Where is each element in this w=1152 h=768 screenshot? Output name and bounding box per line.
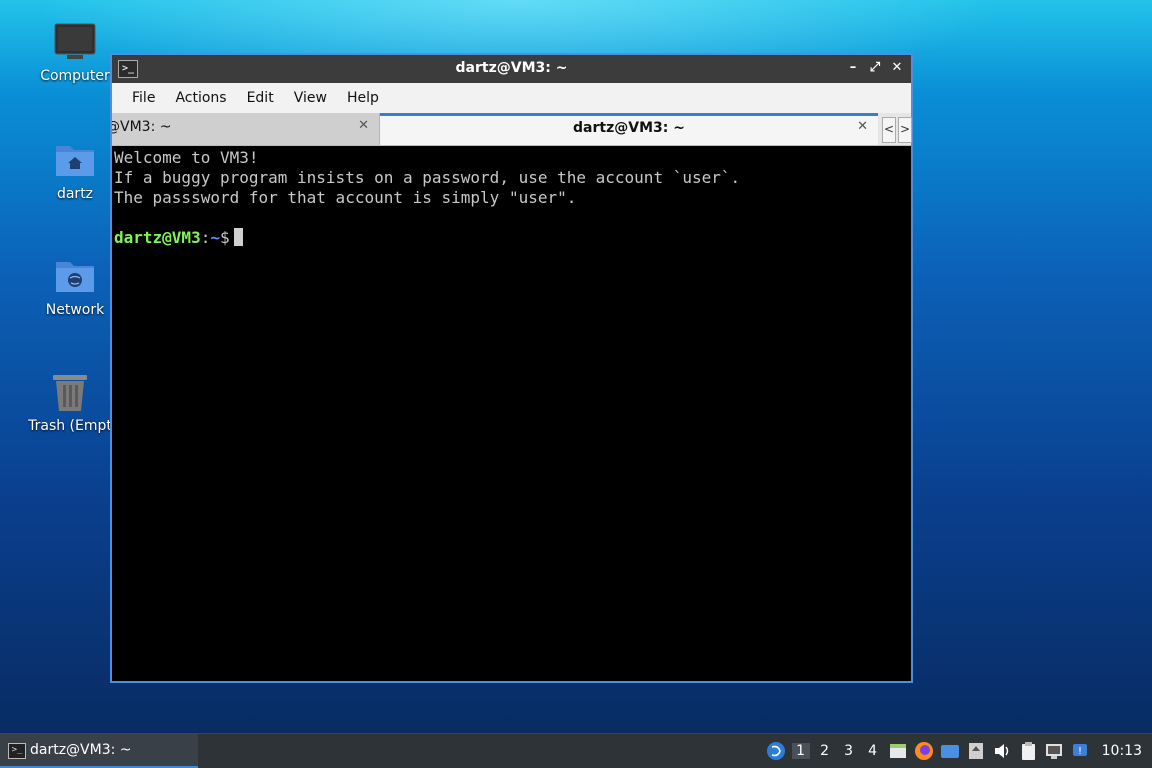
menu-file[interactable]: File	[122, 86, 165, 110]
tab-scroll-right-button[interactable]: >	[898, 117, 912, 143]
terminal-line: Welcome to VM3!	[114, 148, 259, 167]
network-icon[interactable]	[1044, 741, 1064, 761]
taskbar-task-terminal[interactable]: >_ dartz@VM3: ~	[0, 734, 198, 768]
tab-active[interactable]: dartz@VM3: ~ ✕	[380, 113, 878, 145]
taskbar: >_ dartz@VM3: ~ 1 2 3 4 ! 10:13	[0, 733, 1152, 768]
prompt-separator: :	[200, 228, 211, 247]
tab-label: @VM3: ~	[112, 119, 172, 135]
workspace-3[interactable]: 3	[840, 743, 858, 759]
menu-edit[interactable]: Edit	[237, 86, 284, 110]
tab-bar: @VM3: ~ ✕ dartz@VM3: ~ ✕ < >	[112, 113, 912, 146]
network-folder-icon	[53, 256, 97, 296]
firefox-icon[interactable]	[914, 741, 934, 761]
volume-icon[interactable]	[992, 741, 1012, 761]
menu-actions[interactable]: Actions	[165, 86, 236, 110]
tab-label: dartz@VM3: ~	[573, 120, 685, 136]
tab-close-icon[interactable]: ✕	[857, 119, 868, 134]
prompt-user-host: dartz@VM3	[114, 228, 201, 247]
upload-icon[interactable]	[966, 741, 986, 761]
prompt-symbol: $	[219, 228, 230, 247]
window-title: dartz@VM3: ~	[455, 60, 568, 76]
desktop-icon-trash[interactable]: Trash (Empt	[20, 372, 120, 434]
workspace-4[interactable]: 4	[864, 743, 882, 759]
clock[interactable]: 10:13	[1102, 743, 1142, 759]
terminal-line: The passsword for that account is simply…	[114, 188, 577, 207]
menu-bar: File Actions Edit View Help	[112, 83, 911, 113]
notification-icon[interactable]: !	[1070, 741, 1090, 761]
trash-icon	[48, 372, 92, 412]
tab-close-icon[interactable]: ✕	[358, 118, 369, 133]
home-folder-icon	[53, 140, 97, 180]
svg-text:!: !	[1078, 746, 1082, 757]
computer-icon	[53, 22, 97, 62]
terminal-icon: >_	[8, 743, 26, 759]
menu-view[interactable]: View	[284, 86, 337, 110]
desktop-icon[interactable]	[940, 741, 960, 761]
prompt-path: ~	[210, 228, 220, 247]
minimize-button[interactable]: –	[845, 59, 861, 77]
window-titlebar[interactable]: >_ dartz@VM3: ~ – ⤢ ✕	[112, 55, 911, 83]
close-button[interactable]: ✕	[889, 59, 905, 77]
menu-help[interactable]: Help	[337, 86, 389, 110]
task-label: dartz@VM3: ~	[30, 742, 132, 758]
system-tray: 1 2 3 4 ! 10:13	[766, 734, 1152, 768]
terminal-line: If a buggy program insists on a password…	[114, 168, 741, 187]
text-cursor	[233, 228, 243, 246]
workspace-1[interactable]: 1	[791, 743, 810, 759]
tab-inactive[interactable]: @VM3: ~ ✕	[112, 113, 380, 145]
lxqt-menu-icon[interactable]	[766, 741, 786, 761]
workspace-2[interactable]: 2	[816, 743, 834, 759]
file-manager-icon[interactable]	[888, 741, 908, 761]
clipboard-icon[interactable]	[1018, 741, 1038, 761]
tab-scroll-left-button[interactable]: <	[882, 117, 896, 143]
terminal-window: >_ dartz@VM3: ~ – ⤢ ✕ File Actions Edit …	[110, 53, 913, 683]
maximize-button[interactable]: ⤢	[867, 59, 883, 77]
terminal-output[interactable]: Welcome to VM3! If a buggy program insis…	[112, 147, 911, 681]
